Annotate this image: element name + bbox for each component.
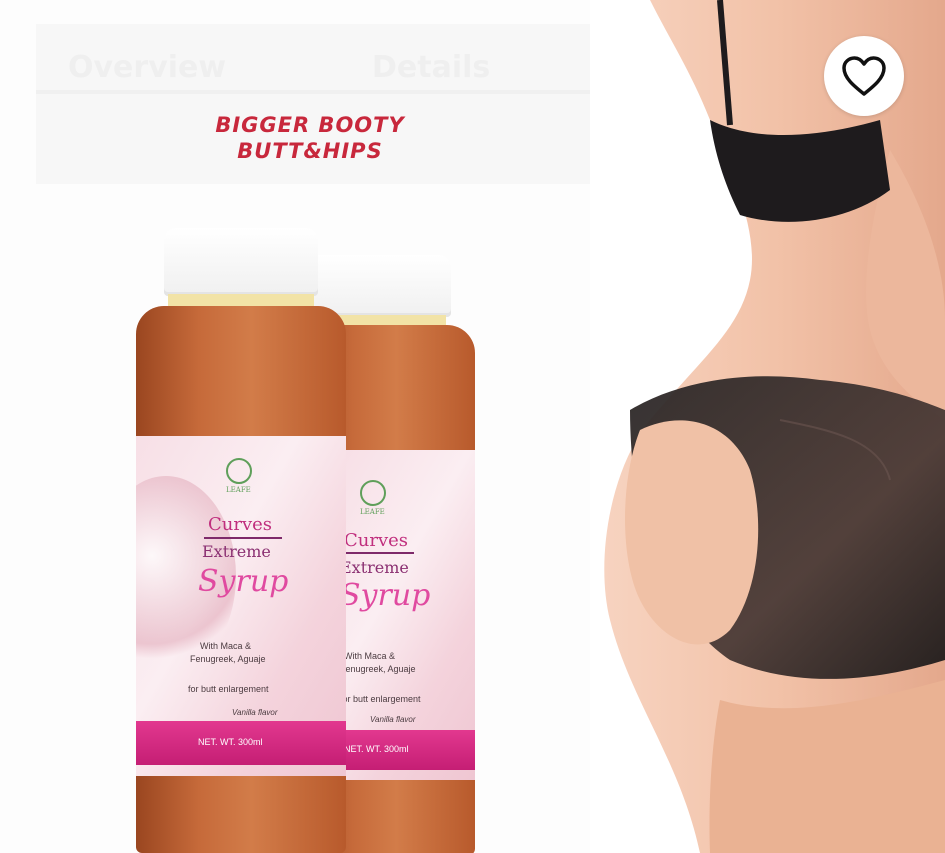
label-name-line-1: Curves xyxy=(208,514,273,535)
label-band: NET. WT. 300ml xyxy=(340,730,475,770)
headline-line-1: BIGGER BOOTY xyxy=(215,113,405,137)
model-photo xyxy=(590,0,945,853)
label-name-line-3: Syrup xyxy=(198,564,289,599)
bottle-label: LEAFE Curves Extreme Syrup With Maca & F… xyxy=(136,436,346,776)
label-rule xyxy=(204,537,282,539)
label-flavor: Vanilla flavor xyxy=(370,715,416,724)
label-brand: LEAFE xyxy=(360,508,385,516)
label-ingredients-1: With Maca & xyxy=(344,651,396,661)
label-brand: LEAFE xyxy=(226,486,251,494)
heart-outline-icon xyxy=(842,56,886,96)
label-name-line-2: Extreme xyxy=(340,558,409,577)
tab-overview-ghost: Overview xyxy=(68,50,227,85)
favorite-button[interactable] xyxy=(824,36,904,116)
label-name-line-1: Curves xyxy=(344,530,409,551)
leaf-logo-icon xyxy=(360,480,386,506)
label-net-weight: NET. WT. 300ml xyxy=(198,737,263,747)
label-name-line-2: Extreme xyxy=(202,542,271,561)
label-ingredients-1: With Maca & xyxy=(200,641,252,651)
label-band: NET. WT. 300ml xyxy=(136,721,346,765)
label-purpose: for butt enlargement xyxy=(340,694,421,704)
headline-line-2: BUTT&HIPS xyxy=(237,139,383,163)
bottle-label: LEAFE Curves Extreme Syrup With Maca & F… xyxy=(340,450,475,780)
label-name-line-3: Syrup xyxy=(340,578,431,613)
label-flavor: Vanilla flavor xyxy=(232,708,278,717)
label-ingredients-2: Fenugreek, Aguaje xyxy=(340,664,416,674)
tab-details-ghost: Details xyxy=(372,50,491,85)
label-purpose: for butt enlargement xyxy=(188,684,269,694)
bottle-cap xyxy=(164,228,318,296)
label-rule xyxy=(344,552,414,554)
promo-headline: BIGGER BOOTY BUTT&HIPS xyxy=(160,112,460,164)
leaf-logo-icon xyxy=(226,458,252,484)
tab-underline xyxy=(36,90,606,94)
label-net-weight: NET. WT. 300ml xyxy=(344,744,409,754)
product-image-stage: Overview Details BIGGER BOOTY BUTT&HIPS xyxy=(0,0,945,853)
syrup-bottle-front: LEAFE Curves Extreme Syrup With Maca & F… xyxy=(136,228,346,853)
label-ingredients-2: Fenugreek, Aguaje xyxy=(190,654,266,664)
